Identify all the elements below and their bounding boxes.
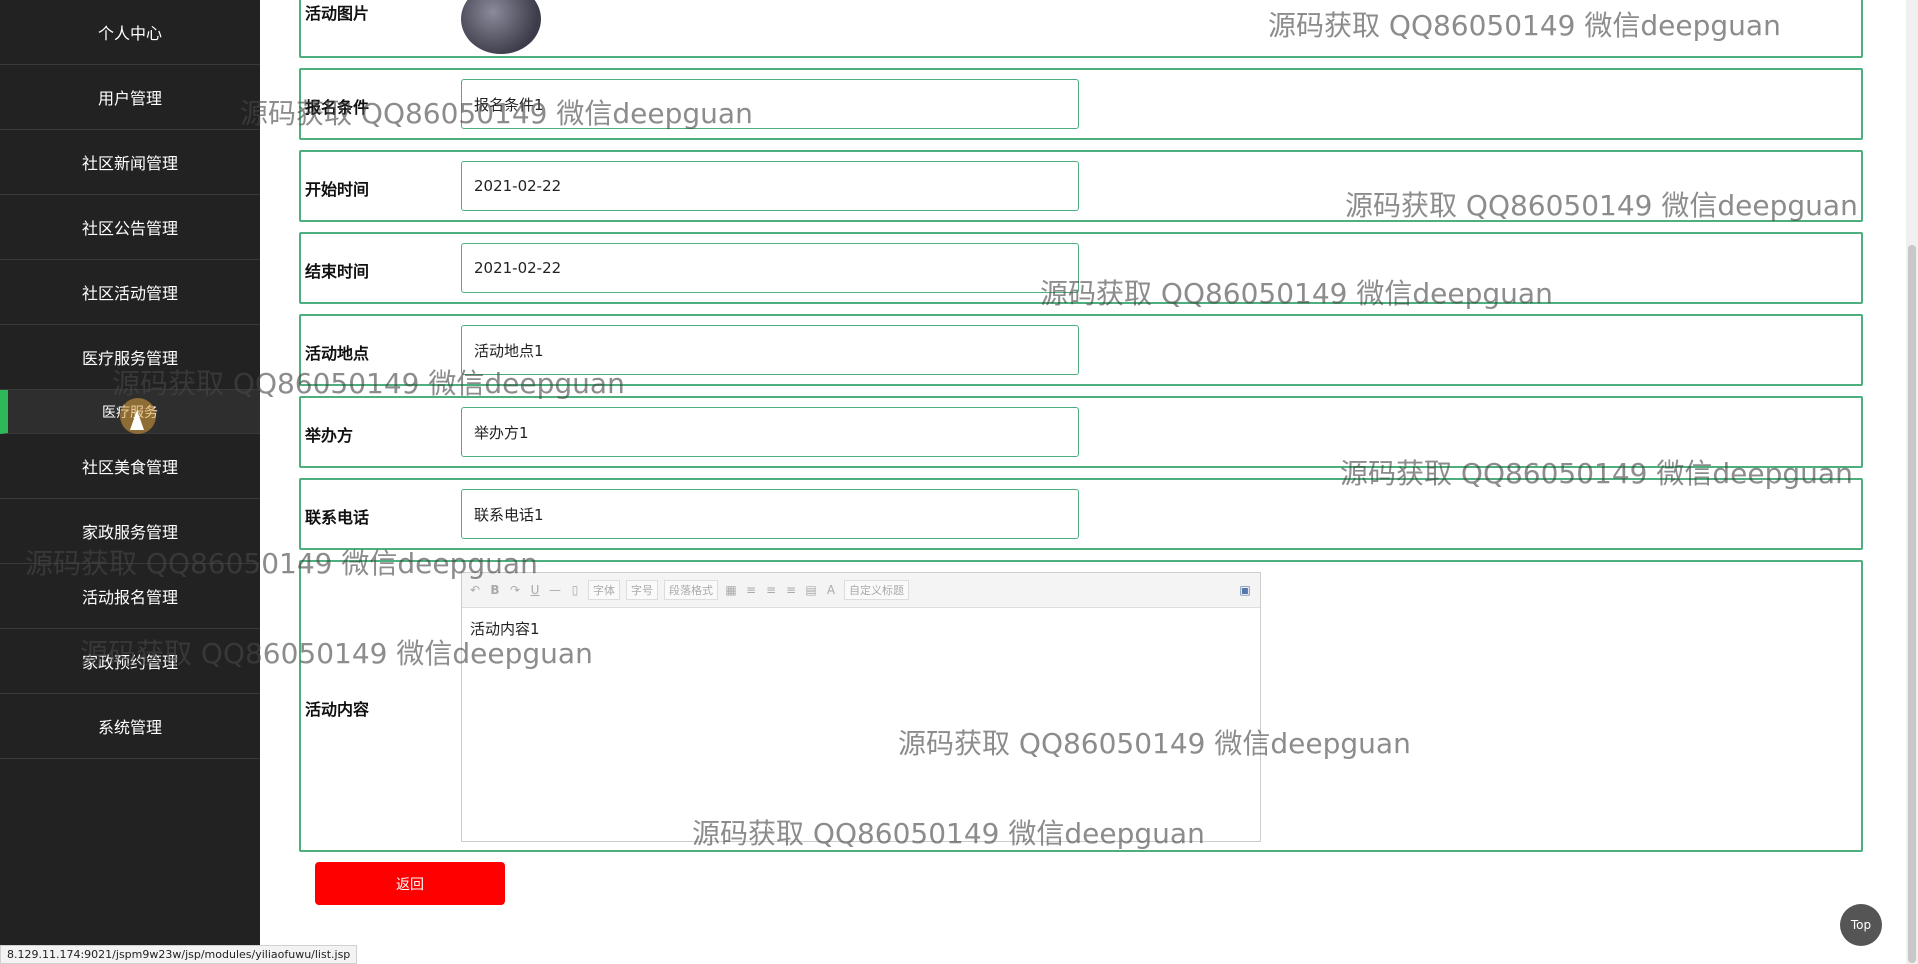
sidebar-item-user-management[interactable]: 用户管理 bbox=[0, 65, 260, 130]
font-family-select[interactable]: 字体 bbox=[588, 580, 620, 600]
label-phone: 联系电话 bbox=[305, 508, 370, 527]
back-button[interactable]: 返回 bbox=[315, 862, 505, 905]
rich-text-editor[interactable]: ↶ B ↷ U — ▯ 字体 字号 段落格式 ▦ ≡ ≡ ≡ ▤ A 自定义标题… bbox=[461, 572, 1261, 842]
document-icon[interactable]: ▯ bbox=[568, 583, 582, 597]
watermark: 源码获取 QQ86050149 微信deepguan bbox=[1268, 9, 1781, 42]
watermark: 源码获取 QQ86050149 微信deepguan bbox=[898, 727, 1411, 760]
paragraph-format-select[interactable]: 段落格式 bbox=[664, 580, 718, 600]
sidebar-item-personal-center[interactable]: 个人中心 bbox=[0, 0, 260, 65]
align-justify-icon[interactable]: ▤ bbox=[804, 583, 818, 597]
font-size-select[interactable]: 字号 bbox=[626, 580, 658, 600]
watermark: 源码获取 QQ86050149 微信deepguan bbox=[1040, 277, 1553, 310]
redo-icon[interactable]: ↷ bbox=[508, 583, 522, 597]
watermark: 源码获取 QQ86050149 微信deepguan bbox=[25, 547, 538, 580]
fullscreen-icon[interactable]: ▣ bbox=[1238, 583, 1252, 597]
watermark: 源码获取 QQ86050149 微信deepguan bbox=[1345, 189, 1858, 222]
label-content: 活动内容 bbox=[305, 700, 370, 719]
sidebar-item-news-management[interactable]: 社区新闻管理 bbox=[0, 130, 260, 195]
undo-icon[interactable]: ↶ bbox=[468, 583, 482, 597]
sidebar-item-food-management[interactable]: 社区美食管理 bbox=[0, 434, 260, 499]
back-to-top-button[interactable]: Top bbox=[1840, 904, 1882, 946]
phone-field[interactable] bbox=[461, 489, 1079, 539]
watermark: 源码获取 QQ86050149 微信deepguan bbox=[240, 97, 753, 130]
table-icon[interactable]: ▦ bbox=[724, 583, 738, 597]
scrollbar-thumb[interactable] bbox=[1908, 245, 1916, 963]
sidebar-item-notice-management[interactable]: 社区公告管理 bbox=[0, 195, 260, 260]
form-row-content: 活动内容 ↶ B ↷ U — ▯ 字体 字号 段落格式 ▦ ≡ ≡ ≡ ▤ A … bbox=[299, 560, 1863, 852]
custom-title-select[interactable]: 自定义标题 bbox=[844, 580, 909, 600]
watermark: 源码获取 QQ86050149 微信deepguan bbox=[80, 637, 593, 670]
mouse-cursor-icon bbox=[130, 410, 144, 430]
label-activity-image: 活动图片 bbox=[305, 4, 370, 23]
align-right-icon[interactable]: ≡ bbox=[764, 583, 778, 597]
watermark: 源码获取 QQ86050149 微信deepguan bbox=[112, 367, 625, 400]
label-location: 活动地点 bbox=[305, 344, 370, 363]
watermark: 源码获取 QQ86050149 微信deepguan bbox=[1340, 457, 1853, 490]
label-organizer: 举办方 bbox=[305, 426, 354, 445]
underline-icon[interactable]: U bbox=[528, 583, 542, 597]
end-time-field[interactable] bbox=[461, 243, 1079, 293]
activity-image-thumbnail[interactable] bbox=[461, 0, 541, 54]
horizontal-rule-icon[interactable]: — bbox=[548, 583, 562, 597]
sidebar-item-system-management[interactable]: 系统管理 bbox=[0, 694, 260, 759]
watermark: 源码获取 QQ86050149 微信deepguan bbox=[692, 817, 1205, 850]
font-color-icon[interactable]: A bbox=[824, 583, 838, 597]
label-start-time: 开始时间 bbox=[305, 180, 370, 199]
editor-toolbar: ↶ B ↷ U — ▯ 字体 字号 段落格式 ▦ ≡ ≡ ≡ ▤ A 自定义标题… bbox=[462, 573, 1260, 608]
bold-icon[interactable]: B bbox=[488, 583, 502, 597]
align-center-icon[interactable]: ≡ bbox=[784, 583, 798, 597]
align-left-icon[interactable]: ≡ bbox=[744, 583, 758, 597]
label-end-time: 结束时间 bbox=[305, 262, 370, 281]
start-time-field[interactable] bbox=[461, 161, 1079, 211]
sidebar-item-activity-management[interactable]: 社区活动管理 bbox=[0, 260, 260, 325]
sidebar: 个人中心 用户管理 社区新闻管理 社区公告管理 社区活动管理 医疗服务管理 医疗… bbox=[0, 0, 260, 964]
organizer-field[interactable] bbox=[461, 407, 1079, 457]
status-bar-url: 8.129.11.174:9021/jspm9w23w/jsp/modules/… bbox=[0, 945, 358, 964]
